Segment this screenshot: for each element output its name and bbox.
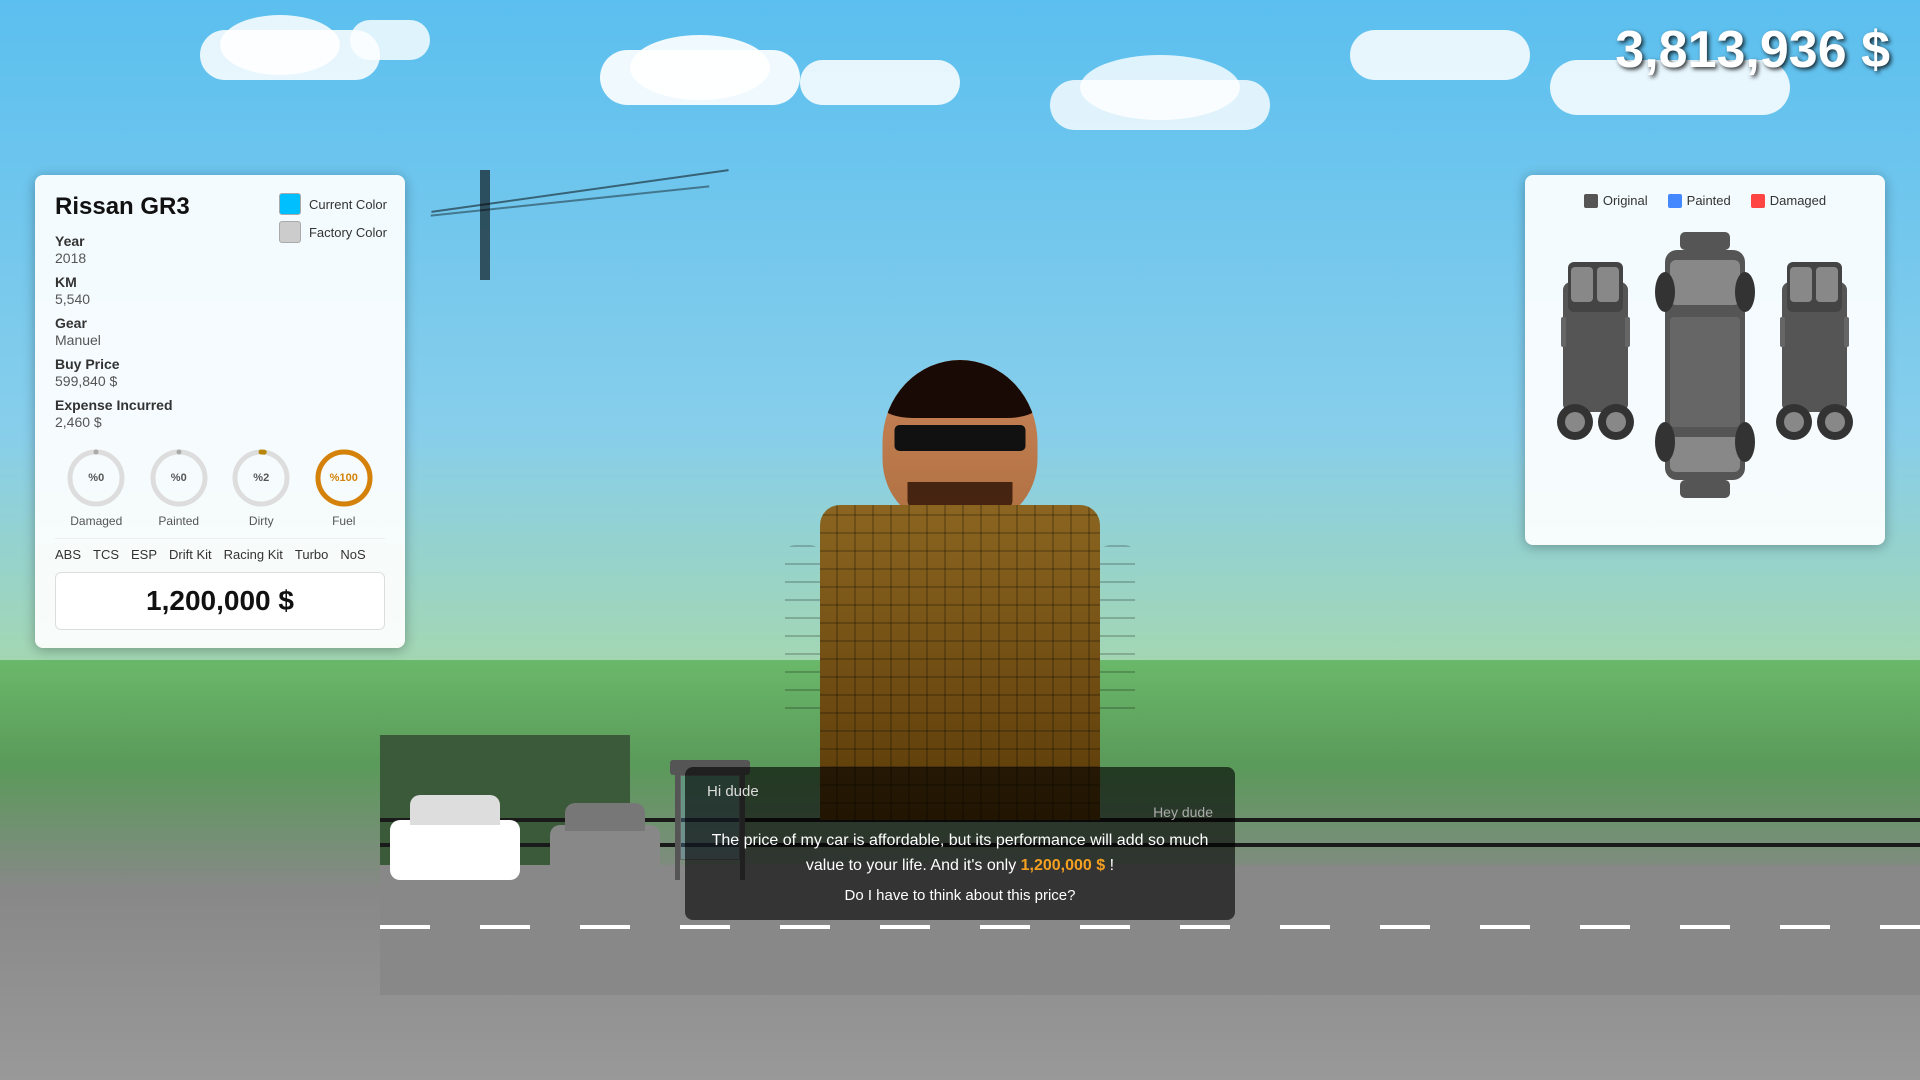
- dialogue-question: Do I have to think about this price?: [707, 887, 1213, 904]
- legend-damaged-label: Damaged: [1770, 193, 1826, 208]
- features-row: ABS TCS ESP Drift Kit Racing Kit Turbo N…: [55, 538, 385, 562]
- car-top-view: [1645, 222, 1765, 527]
- dialogue-price-highlight: 1,200,000 $: [1021, 857, 1106, 874]
- meter-painted-circle: %0: [147, 446, 211, 510]
- power-pole: [480, 170, 490, 280]
- car-side-right: [1772, 222, 1857, 527]
- character-arm-left: [785, 545, 820, 725]
- bg-car-white: [390, 820, 520, 880]
- car-info-panel: Rissan GR3 Current Color Factory Color Y…: [35, 175, 405, 648]
- meter-damaged-circle: %0: [64, 446, 128, 510]
- buy-price-row: Buy Price 599,840 $: [55, 356, 385, 389]
- price-bottom[interactable]: 1,200,000 $: [55, 572, 385, 630]
- color-indicators: Current Color Factory Color: [279, 193, 387, 243]
- gear-label: Gear: [55, 315, 385, 331]
- dialogue-npc-name: Hey dude: [707, 804, 1213, 820]
- character-arm-right: [1100, 545, 1135, 725]
- legend-original-dot: [1584, 194, 1598, 208]
- power-line: [431, 185, 710, 216]
- gear-row: Gear Manuel: [55, 315, 385, 348]
- factory-color-label: Factory Color: [309, 225, 387, 240]
- meter-dirty-circle: %2: [229, 446, 293, 510]
- legend-original: Original: [1584, 193, 1648, 208]
- km-label: KM: [55, 274, 385, 290]
- character-hair: [883, 360, 1038, 418]
- cloud: [350, 20, 430, 60]
- legend-painted-dot: [1668, 194, 1682, 208]
- meter-dirty-value: %2: [253, 472, 269, 484]
- money-display: 3,813,936 $: [1615, 20, 1890, 80]
- current-color-indicator: Current Color: [279, 193, 387, 215]
- meter-painted-value: %0: [171, 472, 187, 484]
- dialogue-box: Hi dude Hey dude The price of my car is …: [685, 767, 1235, 920]
- legend-original-label: Original: [1603, 193, 1648, 208]
- expense-row: Expense Incurred 2,460 $: [55, 397, 385, 430]
- cloud: [220, 15, 340, 75]
- diagram-legend: Original Painted Damaged: [1543, 193, 1867, 208]
- meter-fuel-circle: %100: [312, 446, 376, 510]
- cloud: [1080, 55, 1240, 120]
- meter-painted: %0 Painted: [147, 446, 211, 528]
- dialogue-text-part1: The price of my car is affordable, but i…: [712, 832, 1209, 875]
- feature-nos: NoS: [340, 547, 365, 562]
- feature-racing-kit: Racing Kit: [224, 547, 283, 562]
- character-head: [883, 360, 1038, 525]
- current-color-swatch: [279, 193, 301, 215]
- character-sunglasses: [895, 425, 1026, 451]
- legend-damaged-dot: [1751, 194, 1765, 208]
- meter-damaged: %0 Damaged: [64, 446, 128, 528]
- character: [800, 360, 1120, 820]
- car-side-left: [1553, 222, 1638, 527]
- factory-color-indicator: Factory Color: [279, 221, 387, 243]
- feature-turbo: Turbo: [295, 547, 328, 562]
- gear-value: Manuel: [55, 332, 385, 348]
- dialogue-player: Hi dude: [707, 783, 1213, 800]
- meter-painted-label: Painted: [158, 514, 199, 528]
- cloud: [1350, 30, 1530, 80]
- meter-dirty-label: Dirty: [249, 514, 274, 528]
- feature-drift-kit: Drift Kit: [169, 547, 212, 562]
- meter-damaged-value: %0: [88, 472, 104, 484]
- meter-dirty: %2 Dirty: [229, 446, 293, 528]
- legend-painted-label: Painted: [1687, 193, 1731, 208]
- current-color-label: Current Color: [309, 197, 387, 212]
- dialogue-exclamation: !: [1110, 857, 1114, 874]
- road-markings: [380, 925, 1920, 929]
- km-row: KM 5,540: [55, 274, 385, 307]
- meter-fuel-value: %100: [330, 472, 358, 484]
- power-line: [431, 169, 728, 213]
- feature-abs: ABS: [55, 547, 81, 562]
- year-value: 2018: [55, 250, 385, 266]
- feature-esp: ESP: [131, 547, 157, 562]
- meter-fuel-label: Fuel: [332, 514, 355, 528]
- legend-painted: Painted: [1668, 193, 1731, 208]
- bg-car-gray: [550, 825, 660, 880]
- expense-label: Expense Incurred: [55, 397, 385, 413]
- meters-row: %0 Damaged %0 Painted %2: [55, 446, 385, 528]
- car-diagrams: [1543, 222, 1867, 527]
- meter-fuel: %100 Fuel: [312, 446, 376, 528]
- car-diagram-panel: Original Painted Damaged: [1525, 175, 1885, 545]
- cloud: [800, 60, 960, 105]
- factory-color-swatch: [279, 221, 301, 243]
- dialogue-main-text: The price of my car is affordable, but i…: [707, 828, 1213, 879]
- buy-price-label: Buy Price: [55, 356, 385, 372]
- legend-damaged: Damaged: [1751, 193, 1826, 208]
- km-value: 5,540: [55, 291, 385, 307]
- expense-value: 2,460 $: [55, 414, 385, 430]
- feature-tcs: TCS: [93, 547, 119, 562]
- cloud: [630, 35, 770, 100]
- buy-price-value: 599,840 $: [55, 373, 385, 389]
- meter-damaged-label: Damaged: [70, 514, 122, 528]
